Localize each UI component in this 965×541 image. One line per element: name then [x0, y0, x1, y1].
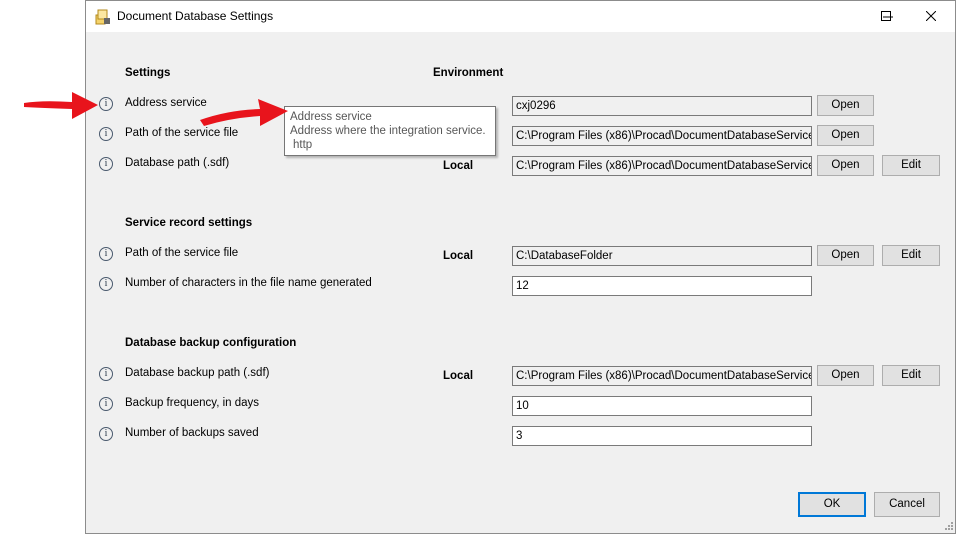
environment-header: Environment: [433, 67, 504, 79]
backup-path-edit-button[interactable]: Edit: [882, 365, 940, 386]
service-file-field[interactable]: C:\Program Files (x86)\Procad\DocumentDa…: [512, 126, 812, 146]
database-app-icon: [95, 9, 111, 25]
backup-path-label: Database backup path (.sdf): [125, 367, 270, 379]
backups-saved-label: Number of backups saved: [125, 427, 259, 439]
window-title: Document Database Settings: [117, 9, 274, 23]
backup-header: Database backup configuration: [125, 337, 297, 349]
database-path-edit-button[interactable]: Edit: [882, 155, 940, 176]
info-icon[interactable]: i: [99, 427, 113, 441]
tooltip-line1: Address where the integration service.: [290, 125, 486, 137]
info-icon[interactable]: i: [99, 277, 113, 291]
record-service-file-edit-button[interactable]: Edit: [882, 245, 940, 266]
close-button[interactable]: [908, 0, 953, 31]
backup-frequency-input[interactable]: 10: [512, 396, 812, 416]
database-path-open-button[interactable]: Open: [817, 155, 874, 176]
backup-path-env: Local: [443, 370, 474, 382]
database-path-field[interactable]: C:\Program Files (x86)\Procad\DocumentDa…: [512, 156, 812, 176]
info-icon[interactable]: i: [99, 97, 113, 111]
annotation-arrow-icon: [200, 99, 288, 126]
maximize-button[interactable]: [863, 0, 908, 31]
backup-frequency-label: Backup frequency, in days: [125, 397, 260, 409]
settings-dialog: Document Database Settings: [85, 0, 956, 534]
record-service-file-label: Path of the service file: [125, 247, 239, 259]
settings-header: Settings: [125, 67, 171, 79]
database-path-label: Database path (.sdf): [125, 157, 230, 169]
info-icon[interactable]: i: [99, 367, 113, 381]
service-file-open-button[interactable]: Open: [817, 125, 874, 146]
record-service-file-env: Local: [443, 250, 474, 262]
database-path-env: Local: [443, 160, 474, 172]
backup-path-open-button[interactable]: Open: [817, 365, 874, 386]
cancel-button[interactable]: Cancel: [874, 492, 940, 517]
resize-grip-icon[interactable]: [944, 521, 954, 531]
record-service-file-open-button[interactable]: Open: [817, 245, 874, 266]
title-bar[interactable]: Document Database Settings: [86, 1, 955, 32]
name-chars-label: Number of characters in the file name ge…: [125, 277, 372, 289]
info-icon[interactable]: i: [99, 247, 113, 261]
tooltip-line2: http: [293, 139, 313, 151]
info-icon[interactable]: i: [99, 127, 113, 141]
record-service-file-field[interactable]: C:\DatabaseFolder: [512, 246, 812, 266]
tooltip-title: Address service: [290, 111, 372, 123]
address-service-label: Address service: [125, 97, 207, 109]
annotation-arrow-icon: [24, 92, 98, 119]
info-icon[interactable]: i: [99, 397, 113, 411]
backups-saved-input[interactable]: 3: [512, 426, 812, 446]
backup-path-field[interactable]: C:\Program Files (x86)\Procad\DocumentDa…: [512, 366, 812, 386]
address-service-field[interactable]: cxj0296: [512, 96, 812, 116]
address-service-open-button[interactable]: Open: [817, 95, 874, 116]
service-record-header: Service record settings: [125, 217, 253, 229]
name-chars-input[interactable]: 12: [512, 276, 812, 296]
address-service-tooltip: Address service Address where the integr…: [284, 106, 496, 156]
ok-button[interactable]: OK: [798, 492, 866, 517]
info-icon[interactable]: i: [99, 157, 113, 171]
